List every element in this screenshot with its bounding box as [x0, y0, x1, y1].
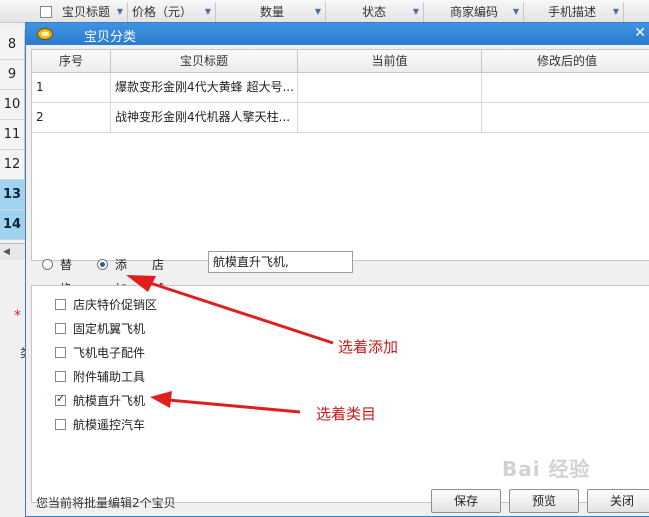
arrow-to-category: [167, 398, 301, 414]
annotation-arrows: [126, 275, 334, 414]
arrow-to-add-radio: [149, 281, 334, 345]
arrow-head-category: [150, 391, 172, 408]
watermark-logo: Bai 经验: [502, 457, 591, 481]
annotation-add: 选着添加: [338, 338, 399, 356]
annotation-category: 选着类目: [316, 405, 377, 423]
arrow-head-add: [126, 275, 156, 292]
